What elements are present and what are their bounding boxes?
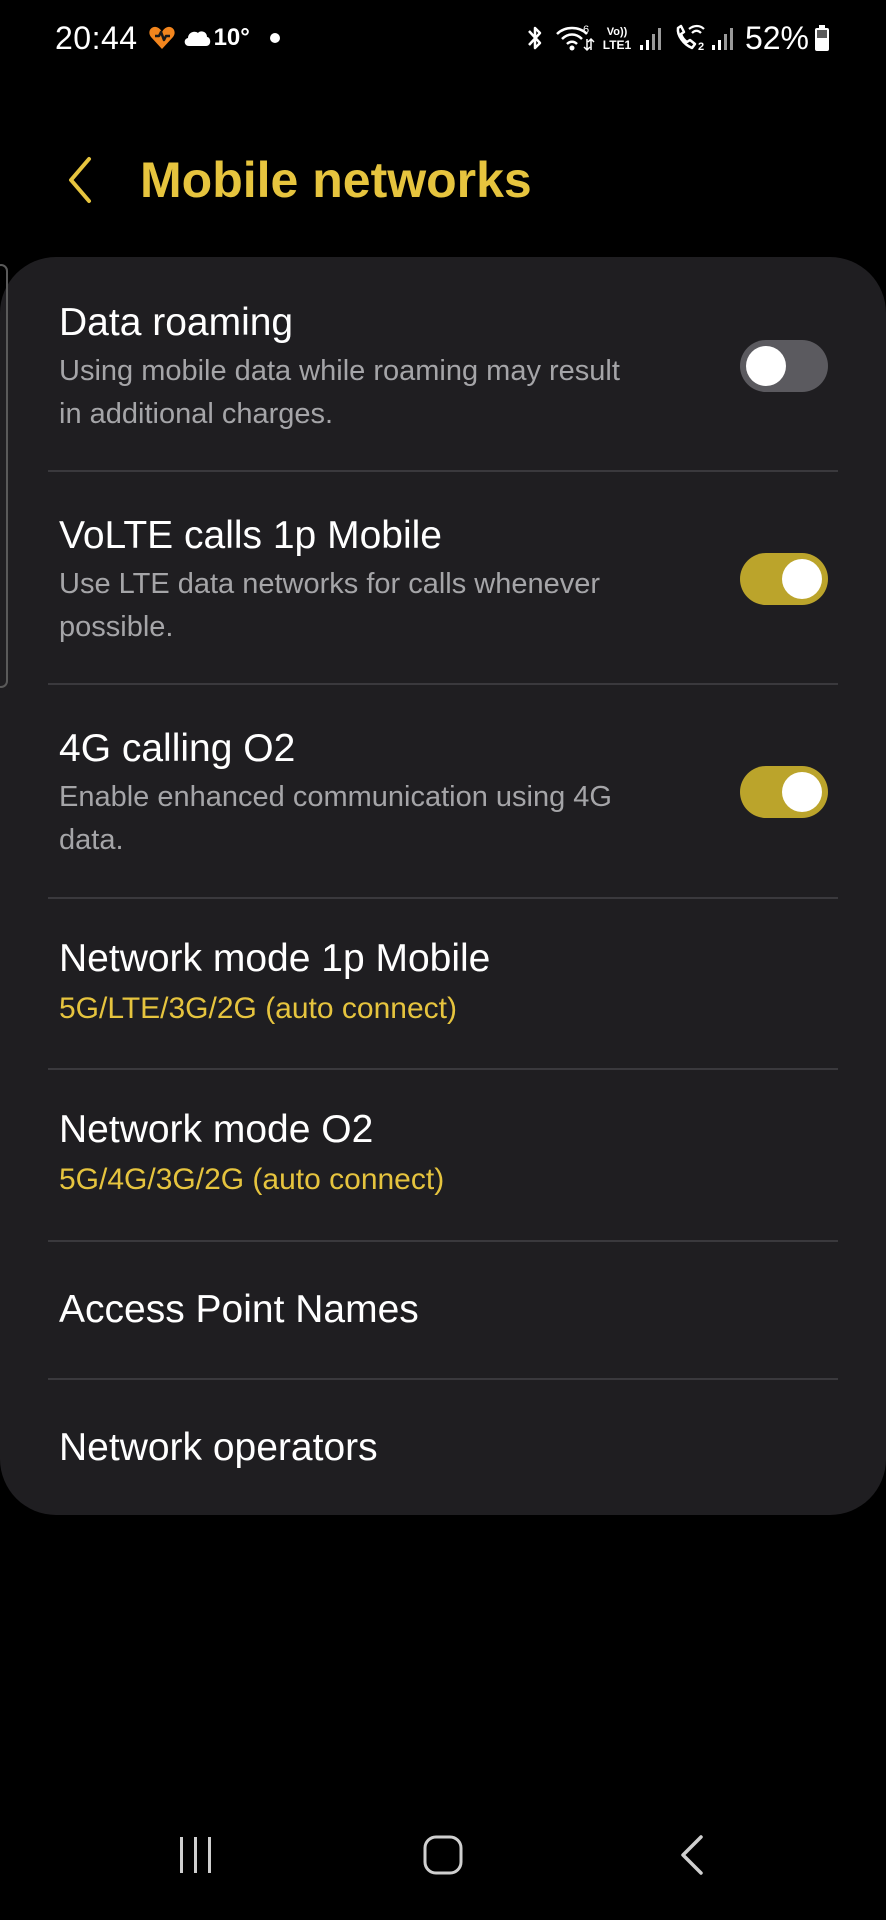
page-title: Mobile networks [140, 152, 532, 208]
svg-text:Vo)): Vo)) [607, 26, 628, 38]
back-nav-button[interactable] [653, 1820, 733, 1890]
setting-title: Network operators [59, 1426, 378, 1469]
setting-title: Data roaming [59, 301, 294, 344]
setting-value: 5G/4G/3G/2G (auto connect) [59, 1163, 445, 1196]
setting-description: Enable enhanced communication using 4G d… [59, 781, 612, 856]
4g-calling-toggle[interactable] [740, 766, 828, 818]
settings-card: Data roaming Using mobile data while roa… [0, 257, 886, 1515]
wifi-calling-sim2-icon: 2 [673, 23, 707, 53]
setting-title: Network mode O2 [59, 1108, 374, 1151]
notification-dot [269, 33, 280, 43]
setting-network-mode-1p[interactable]: Network mode 1p Mobile 5G/LTE/3G/2G (aut… [0, 899, 886, 1069]
setting-volte-calls[interactable]: VoLTE calls 1p Mobile Use LTE data netwo… [0, 472, 886, 685]
wifi-6-icon: 6 [555, 23, 595, 53]
battery-percent: 52% [744, 19, 809, 56]
setting-value: 5G/LTE/3G/2G (auto connect) [59, 992, 457, 1025]
signal-sim1-icon [639, 25, 663, 51]
edge-panel-handle[interactable] [0, 264, 8, 688]
setting-title: 4G calling O2 [59, 727, 296, 770]
toggle-knob [782, 559, 822, 599]
svg-text:2: 2 [698, 41, 704, 53]
setting-network-mode-o2[interactable]: Network mode O2 5G/4G/3G/2G (auto connec… [0, 1070, 886, 1240]
chevron-left-icon [69, 157, 91, 203]
volte-lte1-icon: Vo)) LTE1 [599, 23, 635, 53]
status-temperature: 10° [213, 24, 250, 51]
bluetooth-icon [525, 23, 545, 53]
setting-description: Using mobile data while roaming may resu… [59, 355, 620, 430]
signal-sim2-icon [711, 25, 735, 51]
back-button[interactable] [52, 152, 108, 208]
home-icon [423, 1835, 463, 1875]
home-button[interactable] [403, 1820, 483, 1890]
svg-text:LTE1: LTE1 [603, 38, 632, 52]
setting-4g-calling[interactable]: 4G calling O2 Enable enhanced communicat… [0, 685, 886, 898]
status-bar: 20:44 10° 6 Vo)) LTE1 2 52% [0, 0, 886, 80]
status-time: 20:44 [55, 19, 138, 56]
battery-icon [813, 23, 831, 53]
recents-icon [180, 1837, 211, 1873]
header: Mobile networks [0, 130, 886, 230]
setting-data-roaming[interactable]: Data roaming Using mobile data while roa… [0, 257, 886, 472]
back-icon [681, 1835, 703, 1875]
heart-app-icon [148, 25, 176, 51]
toggle-knob [746, 346, 786, 386]
data-roaming-toggle[interactable] [740, 340, 828, 392]
setting-title: VoLTE calls 1p Mobile [59, 514, 442, 557]
status-left: 20:44 10° [55, 18, 280, 58]
cloud-icon [182, 28, 212, 48]
svg-text:6: 6 [583, 24, 589, 36]
status-right: 6 Vo)) LTE1 2 52% [525, 18, 831, 58]
volte-calls-toggle[interactable] [740, 553, 828, 605]
navigation-bar [0, 1810, 886, 1900]
recents-button[interactable] [156, 1820, 236, 1890]
toggle-knob [782, 772, 822, 812]
setting-title: Access Point Names [59, 1288, 419, 1331]
setting-access-point-names[interactable]: Access Point Names [0, 1242, 886, 1378]
setting-description: Use LTE data networks for calls whenever… [59, 568, 601, 643]
setting-network-operators[interactable]: Network operators [0, 1380, 886, 1515]
setting-title: Network mode 1p Mobile [59, 937, 491, 980]
